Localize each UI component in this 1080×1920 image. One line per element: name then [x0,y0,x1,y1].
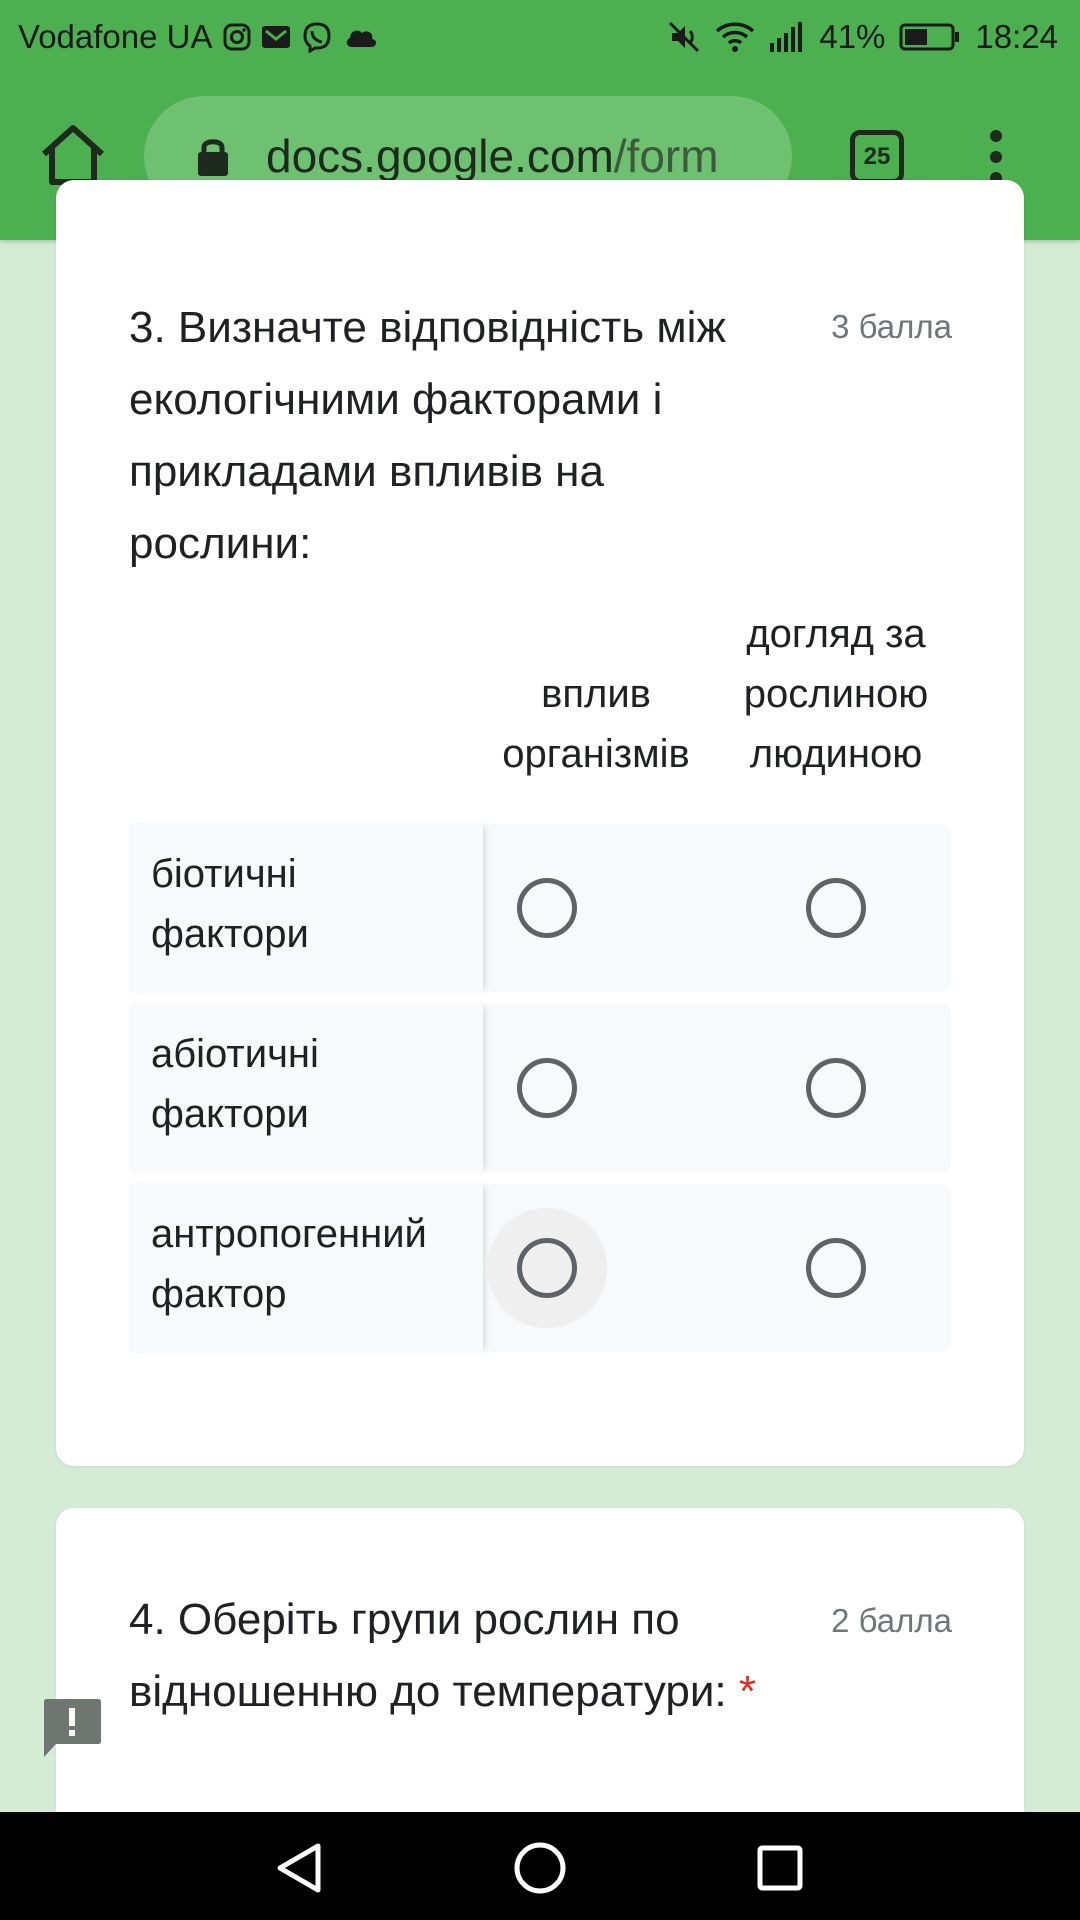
home-circle-icon [514,1842,566,1894]
column-header-1: вплив організмів [481,664,711,784]
menu-dot [990,151,1002,163]
signal-icon [769,21,805,53]
question-title: 4. Оберіть групи рослин по відношенню до… [129,1584,769,1728]
tab-switcher-button[interactable]: 25 [850,130,904,184]
column-header-line: рослиною [743,672,929,716]
question-points: 2 балла [831,1602,952,1639]
required-asterisk: * [738,1667,756,1716]
home-icon [41,125,105,185]
row-label: біотичні фактори [129,824,483,992]
grid-row-abiotic: абіотичні фактори [129,1004,951,1172]
status-left: Vodafone UA [18,18,379,56]
home-nav-button[interactable] [512,1840,568,1896]
row-label-line: фактори [151,912,309,956]
battery-icon [899,23,961,51]
url-text: docs.google.com/form [266,129,756,183]
gmail-icon [261,24,291,50]
question-card-3: 3. Визначте відповідність між екологічни… [56,180,1024,1466]
radio-row3-col2[interactable] [806,1238,866,1298]
instagram-icon [223,23,251,51]
url-path: /form [613,130,719,182]
back-button[interactable] [272,1840,328,1896]
lock-icon [198,139,228,176]
radio-row3-col1[interactable] [517,1238,577,1298]
row-label: антропогенний фактор [129,1184,483,1352]
recents-square-icon [757,1845,803,1891]
question-title-text: 4. Оберіть групи рослин по відношенню до… [129,1595,727,1716]
wifi-icon [715,21,755,53]
radio-row1-col1[interactable] [517,878,577,938]
row-label-line: абіотичні [151,1032,319,1076]
radio-row2-col1[interactable] [517,1058,577,1118]
row-label-line: фактор [151,1272,287,1316]
row-label-line: антропогенний [151,1212,427,1256]
grid-row-biotic: біотичні фактори [129,824,951,992]
radio-row1-col2[interactable] [806,878,866,938]
clock: 18:24 [975,18,1058,55]
tab-count: 25 [863,143,891,170]
battery-percent: 41% [819,18,886,55]
question-points: 3 балла [831,308,952,345]
mute-icon [667,20,701,54]
viber-icon [301,21,333,53]
row-label: абіотичні фактори [129,1004,483,1172]
back-triangle-icon [277,1843,321,1893]
feedback-icon [44,1699,101,1757]
column-header-line: догляд за [746,612,926,656]
status-right: 41% 18:24 [667,18,1058,56]
grid-row-anthropogenic: антропогенний фактор [129,1184,951,1352]
row-label-line: біотичні [151,852,297,896]
cloud-icon [343,25,379,49]
carrier-name: Vodafone UA [18,18,213,55]
column-header-line: людиною [749,732,923,776]
column-header-2: догляд за рослиною людиною [721,604,951,784]
menu-dot [990,130,1002,142]
home-button[interactable] [38,122,108,188]
url-host: docs.google.com [266,130,614,182]
system-navigation-bar [0,1812,1080,1920]
report-problem-button[interactable] [42,1697,102,1761]
column-header-line: організмів [502,732,690,776]
recents-button[interactable] [752,1840,808,1896]
radio-row2-col2[interactable] [806,1058,866,1118]
status-bar: Vodafone UA 41% 18:24 [0,0,1080,74]
column-header-line: вплив [541,672,651,716]
question-title: 3. Визначте відповідність між екологічни… [129,303,726,568]
row-label-line: фактори [151,1092,309,1136]
question-card-4: 4. Оберіть групи рослин по відношенню до… [56,1508,1024,1828]
